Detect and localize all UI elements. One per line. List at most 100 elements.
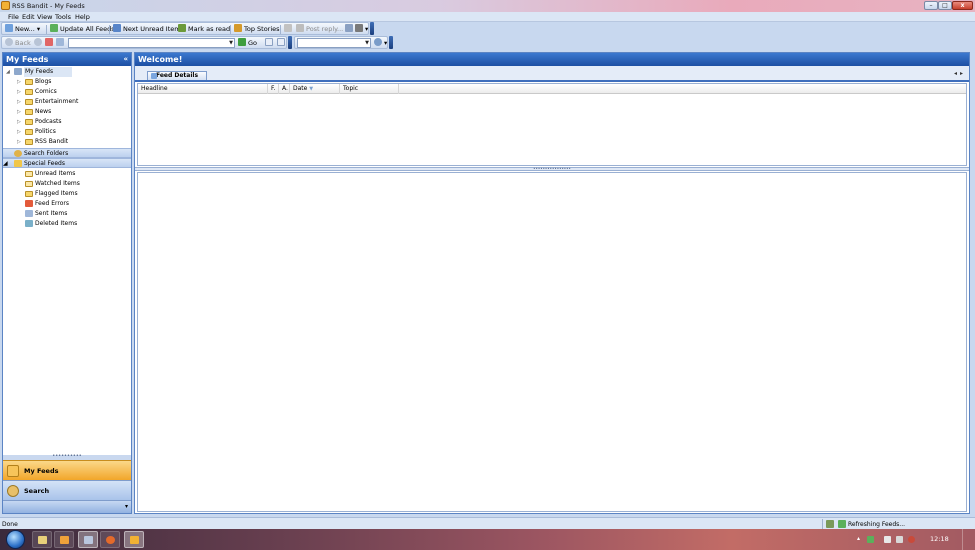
tree-special-feeds[interactable]: ◢ Special Feeds [3, 158, 131, 168]
mark-as-read-button[interactable]: Mark as read [178, 24, 230, 34]
chevron-down-icon[interactable]: ▾ [125, 503, 128, 510]
expand-arrow-icon[interactable]: ▷ [17, 107, 21, 117]
expand-arrow-icon[interactable]: ▷ [17, 77, 21, 87]
post-icon-button[interactable] [284, 24, 294, 34]
network-icon[interactable] [896, 536, 903, 543]
next-unread-item-button[interactable]: Next Unread Item [113, 24, 181, 34]
tree-folder-comics[interactable]: ▷ Comics [3, 87, 131, 97]
stop-button[interactable] [45, 38, 55, 48]
nav-button-my-feeds[interactable]: My Feeds [3, 460, 131, 480]
expand-arrow-icon[interactable]: ▷ [17, 127, 21, 137]
new-button[interactable]: New... ▾ [5, 24, 40, 34]
taskbar-firefox[interactable] [100, 531, 120, 548]
tree-flagged-items[interactable]: Flagged Items [3, 189, 131, 199]
menu-file[interactable]: File [8, 13, 19, 21]
maximize-button[interactable]: □ [938, 1, 952, 10]
tree-folder-podcasts[interactable]: ▷ Podcasts [3, 117, 131, 127]
new-tab-button[interactable] [265, 38, 275, 48]
tab-label: Feed Details [155, 72, 199, 79]
tree-feed-errors[interactable]: Feed Errors [3, 199, 131, 209]
main-toolbar: New... ▾ Update All Feeds Next Unread It… [1, 22, 369, 35]
tree-watched-items[interactable]: Watched Items [3, 179, 131, 189]
start-button[interactable] [6, 530, 25, 549]
taskbar-rss-bandit[interactable] [124, 531, 144, 548]
show-desktop-button[interactable] [962, 529, 975, 550]
watched-items-icon [25, 181, 33, 187]
tree-search-folders[interactable]: Search Folders [3, 148, 131, 158]
search-combobox[interactable]: ▼ [297, 38, 371, 48]
status-text: Done [2, 521, 18, 528]
checkmark-icon [178, 24, 186, 32]
tree-label: Flagged Items [35, 190, 78, 197]
column-headline[interactable]: Headline [138, 84, 268, 94]
action-center-flag-icon[interactable] [884, 536, 891, 543]
tray-rss-icon[interactable] [867, 536, 874, 543]
taskbar-app[interactable] [78, 531, 98, 548]
chevron-down-icon[interactable]: ▼ [365, 40, 369, 46]
nav-button-search[interactable]: Search [3, 480, 131, 500]
nav-overflow-bar[interactable]: ▾ [3, 500, 131, 513]
tree-sent-items[interactable]: Sent Items [3, 209, 131, 219]
post-reply-button[interactable]: Post reply... [296, 24, 343, 34]
chevron-down-icon[interactable]: ▼ [229, 40, 233, 46]
tree-unread-items[interactable]: Unread Items [3, 169, 131, 179]
folder-icon [25, 129, 33, 135]
go-button[interactable]: Go [238, 38, 257, 48]
home-button[interactable] [56, 38, 66, 48]
menu-help[interactable]: Help [75, 13, 90, 21]
expand-arrow-icon[interactable]: ▷ [17, 137, 21, 147]
tree-folder-entertainment[interactable]: ▷ Entertainment [3, 97, 131, 107]
menu-view[interactable]: View [37, 13, 52, 21]
refresh-icon [50, 24, 58, 32]
column-flag[interactable]: F. [268, 84, 279, 94]
tray-expand-icon[interactable]: ▴ [857, 535, 860, 542]
collapse-arrow-icon[interactable]: ◢ [6, 67, 10, 77]
column-topic[interactable]: Topic [340, 84, 399, 94]
column-date[interactable]: Date ▼ [290, 84, 340, 94]
tree-deleted-items[interactable]: Deleted Items [3, 219, 131, 229]
back-button[interactable]: Back [5, 38, 31, 48]
nav-label: Search [24, 487, 50, 495]
firefox-icon [106, 536, 115, 544]
taskbar-explorer[interactable] [32, 531, 52, 548]
update-all-feeds-button[interactable]: Update All Feeds [50, 24, 115, 34]
toolbar-separator [109, 25, 110, 34]
feed-items-list[interactable]: Headline F. A. Date ▼ Topic [137, 83, 967, 166]
menu-tools[interactable]: Tools [55, 13, 71, 21]
close-tab-button[interactable] [277, 38, 287, 48]
expand-arrow-icon[interactable]: ▷ [17, 87, 21, 97]
tree-folder-blogs[interactable]: ▷ Blogs [3, 77, 131, 87]
rss-bandit-icon [130, 536, 139, 544]
toolbar-grip[interactable] [370, 22, 374, 35]
search-engine-dropdown[interactable]: ▾ [374, 38, 387, 48]
stop-icon [45, 38, 53, 46]
expand-arrow-icon[interactable]: ▷ [17, 117, 21, 127]
close-button[interactable]: x [952, 1, 973, 10]
tab-feed-details[interactable]: Feed Details [147, 71, 207, 80]
menu-edit[interactable]: Edit [22, 13, 35, 21]
preview-pane[interactable] [137, 172, 967, 512]
collapse-arrow-icon[interactable]: ◢ [3, 160, 8, 167]
toolbar-grip[interactable] [288, 36, 292, 49]
address-combobox[interactable]: ▼ [68, 38, 235, 48]
toolbar-grip[interactable] [389, 36, 393, 49]
browser-toolbar: Back ▼ Go [1, 36, 287, 49]
expand-arrow-icon[interactable]: ▷ [17, 97, 21, 107]
volume-icon[interactable] [908, 536, 915, 543]
wrench-button[interactable] [345, 24, 355, 34]
post-item-icon [284, 24, 292, 32]
column-attachment[interactable]: A. [279, 84, 290, 94]
feed-options-dropdown[interactable]: ▾ [355, 24, 368, 34]
tree-folder-news[interactable]: ▷ News [3, 107, 131, 117]
tree-folder-politics[interactable]: ▷ Politics [3, 127, 131, 137]
top-stories-button[interactable]: Top Stories [234, 24, 280, 34]
taskbar-media-player[interactable] [54, 531, 74, 548]
list-preview-splitter[interactable]: •••••••••••••••• [135, 167, 969, 171]
system-clock[interactable]: 12:18 [930, 535, 949, 543]
collapse-panel-icon[interactable]: « [123, 55, 128, 63]
minimize-button[interactable]: – [924, 1, 938, 10]
forward-button[interactable] [34, 38, 44, 48]
tree-folder-rss-bandit[interactable]: ▷ RSS Bandit [3, 137, 131, 147]
tab-scroll-arrows[interactable]: ◂▸ [954, 70, 966, 77]
tree-root-my-feeds[interactable]: ◢ My Feeds [3, 67, 131, 77]
